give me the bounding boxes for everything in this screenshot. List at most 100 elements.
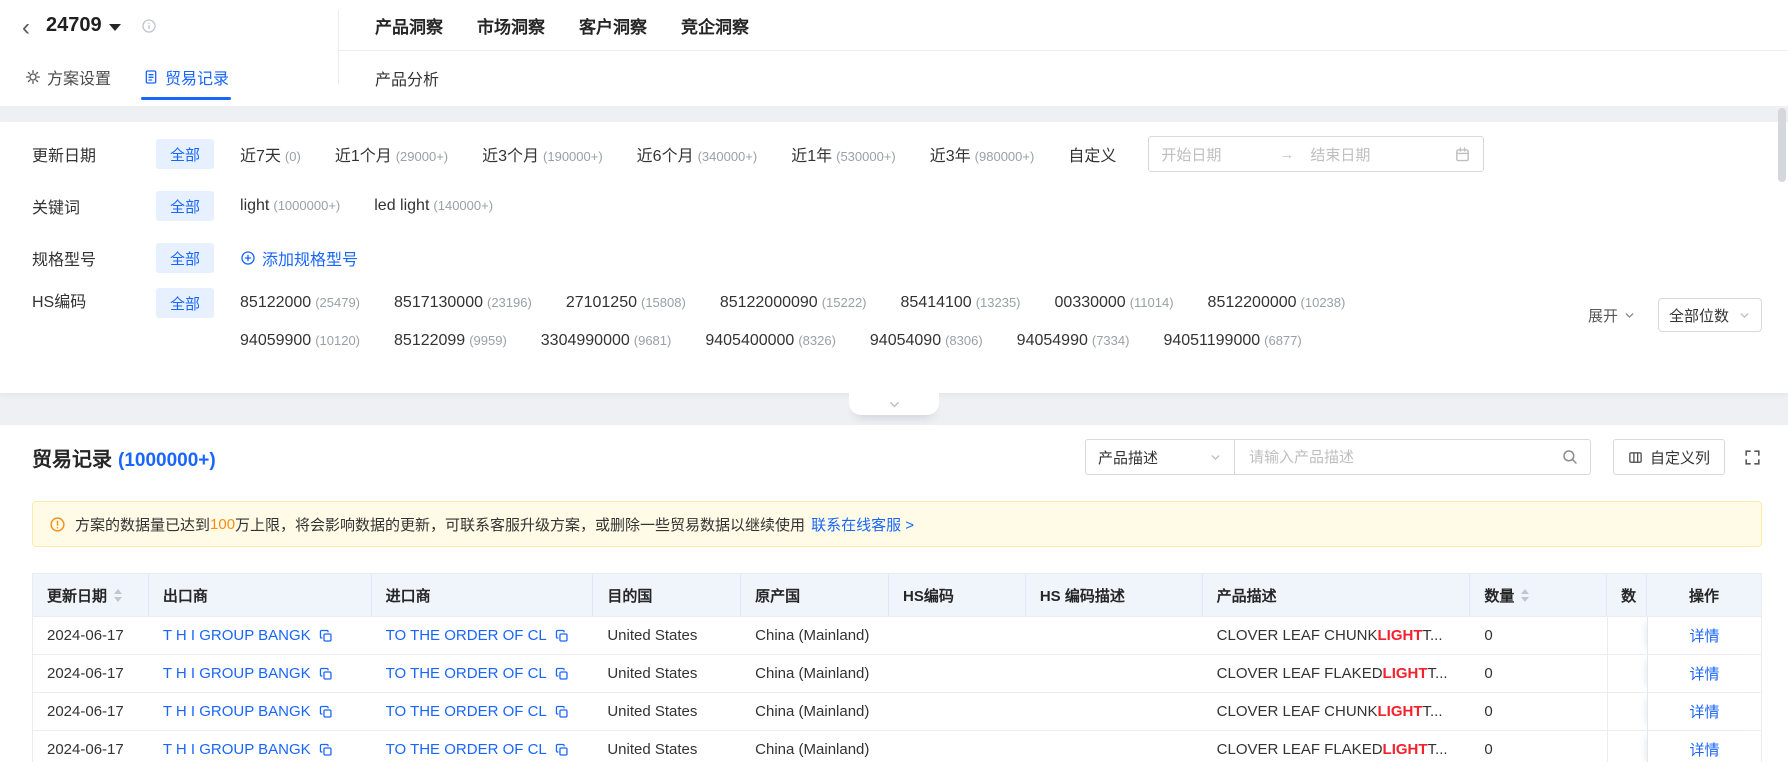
hs-code-option[interactable]: 94059900 (10120) [240, 332, 360, 350]
records-count: (1000000+) [118, 449, 216, 471]
collapse-filters-handle[interactable] [849, 393, 939, 415]
exporter-link[interactable]: T H I GROUP BANGK [163, 665, 311, 682]
fullscreen-icon[interactable] [1743, 448, 1762, 467]
col-importer: 进口商 [372, 574, 594, 616]
hs-code-option[interactable]: 8512200000 (10238) [1208, 294, 1346, 312]
hs-code-option[interactable]: 85414100 (13235) [901, 294, 1021, 312]
hs-code-option[interactable]: 94054990 (7334) [1017, 332, 1130, 350]
filter-option[interactable]: light (1000000+) [240, 197, 340, 215]
importer-link[interactable]: TO THE ORDER OF CL [386, 703, 547, 720]
sort-icon[interactable] [1521, 588, 1530, 602]
importer-link[interactable]: TO THE ORDER OF CL [386, 665, 547, 682]
copy-icon[interactable] [319, 667, 333, 681]
product-text-post: T... [1427, 665, 1448, 682]
col-origin: 原产国 [741, 574, 889, 616]
detail-link[interactable]: 详情 [1690, 663, 1720, 684]
tab-plan-settings[interactable]: 方案设置 [25, 65, 111, 89]
exporter-link[interactable]: T H I GROUP BANGK [163, 627, 311, 644]
hs-code-option[interactable]: 8517130000 (23196) [394, 294, 532, 312]
filter-option-label: led light [374, 197, 430, 214]
hs-code-value: 85414100 [900, 294, 972, 311]
importer-link[interactable]: TO THE ORDER OF CL [386, 741, 547, 758]
start-date-input[interactable]: 开始日期 [1161, 144, 1279, 165]
hs-code-option[interactable]: 27101250 (15808) [566, 294, 686, 312]
insight-tab[interactable]: 市场洞察 [477, 13, 545, 38]
plan-tab-bar: 方案设置 贸易记录 [25, 62, 261, 100]
copy-icon[interactable] [319, 705, 333, 719]
search-field-select[interactable]: 产品描述 [1084, 439, 1235, 475]
add-spec-button[interactable]: 添加规格型号 [240, 246, 358, 270]
plus-circle-icon [240, 250, 256, 266]
contact-support-link[interactable]: 联系在线客服 > [811, 514, 914, 535]
filter-all-chip[interactable]: 全部 [156, 191, 215, 221]
hs-code-option[interactable]: 94051199000 (6877) [1163, 332, 1301, 350]
plan-selector[interactable]: 24709 [46, 14, 157, 37]
copy-icon[interactable] [555, 629, 569, 643]
sort-icon[interactable] [114, 588, 123, 602]
exporter-link[interactable]: T H I GROUP BANGK [163, 741, 311, 758]
hs-code-value: 85122000 [240, 294, 312, 311]
cell-hs-code [889, 655, 1026, 692]
filter-option[interactable]: 近3个月 (190000+) [482, 142, 603, 166]
end-date-input[interactable]: 结束日期 [1310, 144, 1428, 165]
filter-option[interactable]: led light (140000+) [374, 197, 493, 215]
hs-code-option[interactable]: 85122000 (25479) [240, 294, 360, 312]
importer-link[interactable]: TO THE ORDER OF CL [386, 627, 547, 644]
hs-code-option[interactable]: 85122000090 (15222) [720, 294, 867, 312]
page-title: 贸易记录 [32, 448, 112, 471]
product-keyword-highlight: LIGHT [1382, 741, 1428, 758]
table-row: 2024-06-17 T H I GROUP BANGK TO THE ORDE… [33, 654, 1761, 692]
filter-all-chip[interactable]: 全部 [156, 139, 215, 169]
filter-option-label: 近3年 [929, 148, 971, 165]
scrollbar[interactable] [1778, 0, 1787, 762]
custom-columns-button[interactable]: 自定义列 [1612, 439, 1725, 475]
filter-all-chip[interactable]: 全部 [156, 288, 215, 318]
filter-option[interactable]: 近3年 (980000+) [930, 142, 1035, 166]
filter-all-chip[interactable]: 全部 [156, 243, 215, 273]
hs-code-option[interactable]: 94054090 (8306) [870, 332, 983, 350]
digits-select[interactable]: 全部位数 [1658, 298, 1762, 332]
cell-product-desc: CLOVER LEAF CHUNK LIGHT T... [1203, 617, 1471, 654]
hs-code-option[interactable]: 3304990000 (9681) [541, 332, 672, 350]
copy-icon[interactable] [555, 743, 569, 757]
expand-button[interactable]: 展开 [1588, 305, 1636, 326]
back-icon[interactable]: ‹ [22, 16, 30, 40]
copy-icon[interactable] [555, 667, 569, 681]
cell-origin: China (Mainland) [755, 703, 870, 720]
search-icon[interactable] [1561, 448, 1579, 466]
product-text-post: T... [1427, 741, 1448, 758]
insight-tab[interactable]: 产品洞察 [375, 13, 443, 38]
cell-hs-code [889, 617, 1026, 654]
tab-trade-records[interactable]: 贸易记录 [141, 65, 232, 100]
date-range-picker[interactable]: 开始日期 → 结束日期 [1148, 136, 1485, 172]
cell-hs-code [889, 731, 1026, 762]
filter-option[interactable]: 近1个月 (29000+) [335, 142, 448, 166]
hs-code-option[interactable]: 00330000 (11014) [1055, 294, 1174, 312]
copy-icon[interactable] [319, 743, 333, 757]
filter-option[interactable]: 自定义 [1068, 142, 1120, 166]
chevron-down-icon [1623, 309, 1636, 322]
cell-importer: TO THE ORDER OF CL [372, 617, 594, 654]
detail-link[interactable]: 详情 [1690, 701, 1720, 722]
detail-link[interactable]: 详情 [1690, 625, 1720, 646]
exporter-link[interactable]: T H I GROUP BANGK [163, 703, 311, 720]
filter-option[interactable]: 近6个月 (340000+) [637, 142, 758, 166]
scrollbar-thumb[interactable] [1778, 108, 1786, 182]
filter-option[interactable]: 近1年 (530000+) [791, 142, 896, 166]
detail-link[interactable]: 详情 [1690, 739, 1720, 760]
filter-option-count: (190000+) [543, 149, 603, 164]
insight-tab[interactable]: 客户洞察 [579, 13, 647, 38]
search-input[interactable] [1234, 439, 1591, 475]
hs-code-count: (13235) [975, 295, 1021, 310]
insight-tab[interactable]: 竞企洞察 [681, 13, 749, 38]
copy-icon[interactable] [555, 705, 569, 719]
tab-product-analysis[interactable]: 产品分析 [375, 66, 439, 90]
hs-code-option[interactable]: 9405400000 (8326) [705, 332, 836, 350]
filter-option[interactable]: 近7天 (0) [240, 142, 301, 166]
hs-code-value: 85122099 [394, 332, 466, 349]
product-keyword-highlight: LIGHT [1377, 627, 1423, 644]
copy-icon[interactable] [319, 629, 333, 643]
info-icon[interactable] [141, 18, 157, 34]
cell-product-desc: CLOVER LEAF FLAKED LIGHT T... [1203, 655, 1471, 692]
hs-code-option[interactable]: 85122099 (9959) [394, 332, 507, 350]
